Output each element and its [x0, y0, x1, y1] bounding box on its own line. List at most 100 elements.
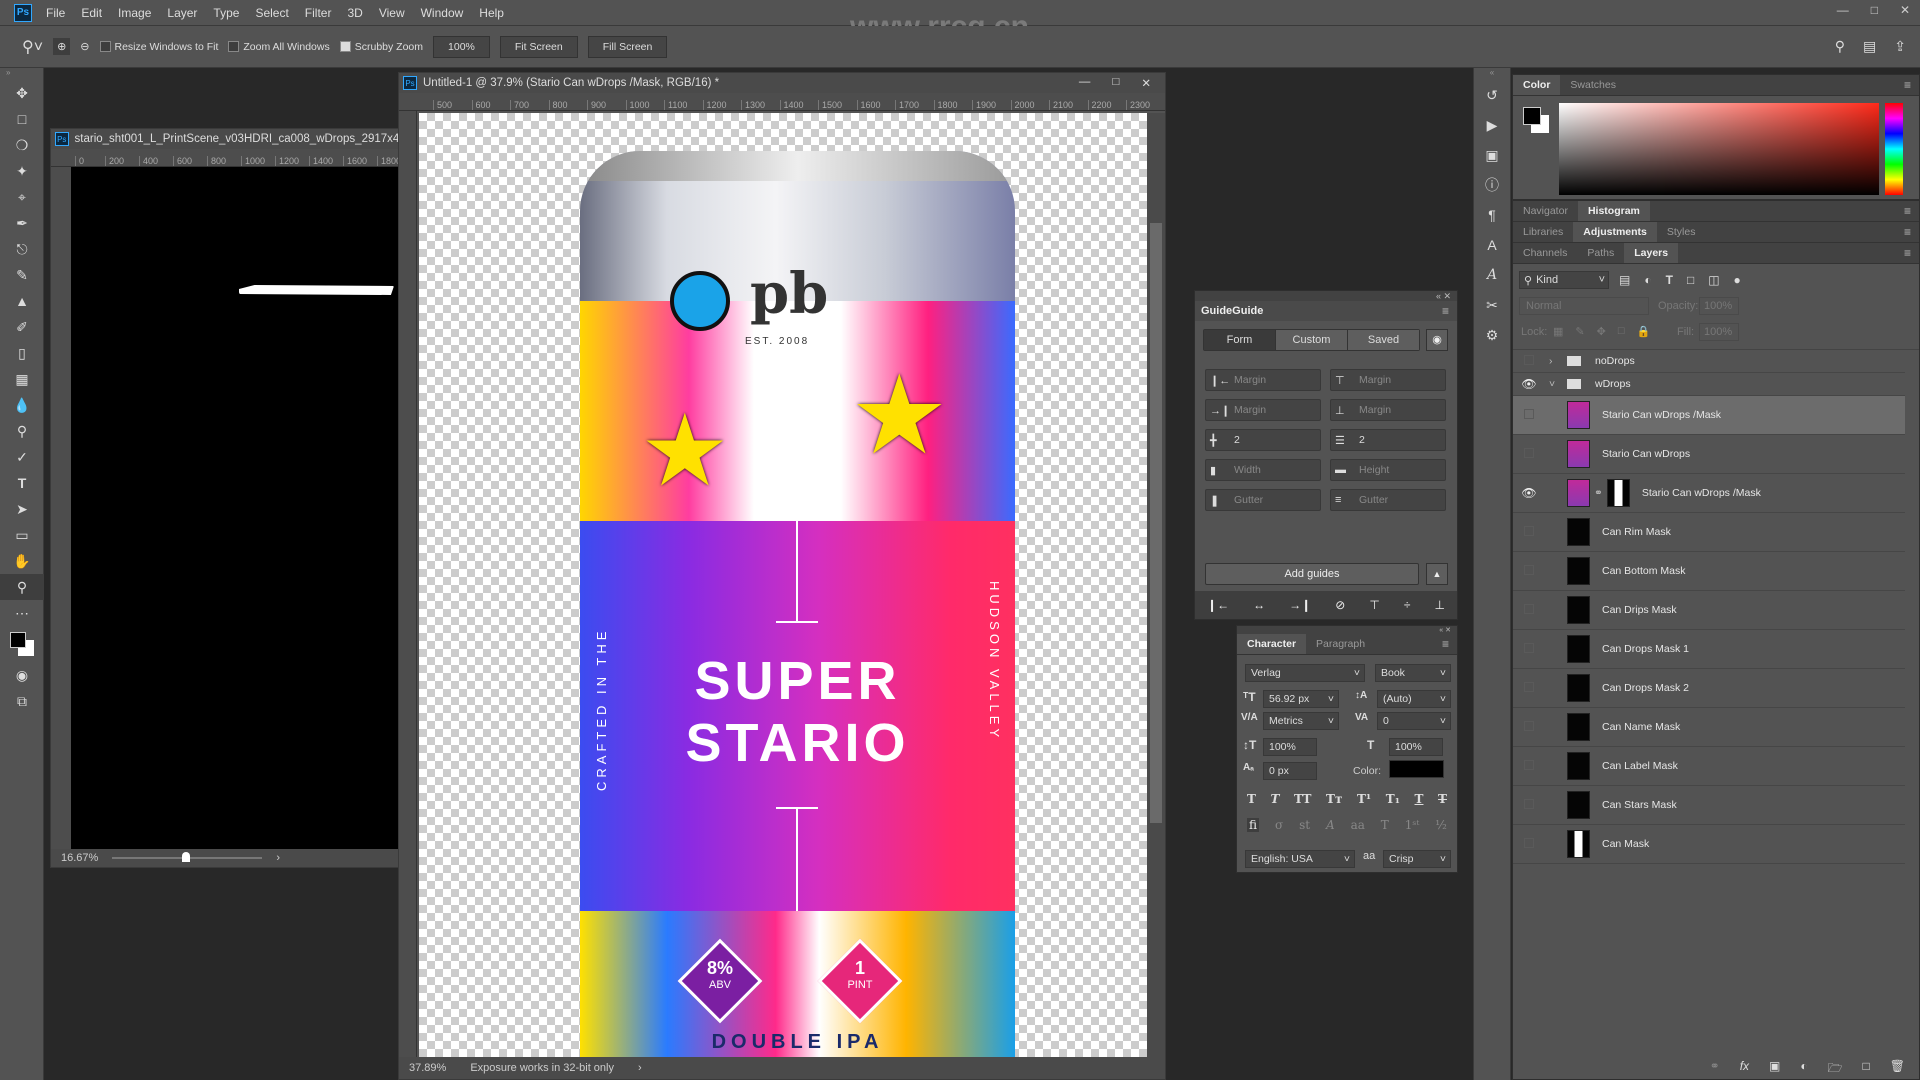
lock-artboard-icon[interactable]: □ — [1618, 325, 1625, 338]
font-size-field[interactable]: 56.92 px ˅ — [1263, 690, 1339, 708]
lasso-tool-icon[interactable]: ❍ — [0, 132, 44, 158]
tab-layers[interactable]: Layers — [1624, 243, 1679, 263]
hand-tool-icon[interactable]: ✋ — [0, 548, 44, 574]
paragraph-styles-icon[interactable]: ¶ — [1474, 200, 1510, 230]
superscript-icon[interactable]: T¹ — [1357, 792, 1371, 806]
tab-navigator[interactable]: Navigator — [1513, 201, 1578, 221]
history-brush-icon[interactable]: ✐ — [0, 314, 44, 340]
fill-field[interactable]: 100% — [1699, 323, 1739, 341]
tab-libraries[interactable]: Libraries — [1513, 222, 1573, 242]
panel-menu-icon[interactable]: ≡ — [1904, 201, 1919, 221]
menu-window[interactable]: Window — [421, 6, 464, 20]
columns-field[interactable]: ╋ 2 — [1205, 429, 1321, 451]
layer-row[interactable]: Can Drips Mask — [1513, 591, 1905, 630]
kerning-field[interactable]: Metrics ˅ — [1263, 712, 1339, 730]
margin-right-field[interactable]: →❙ Margin — [1205, 399, 1321, 421]
mask-link-icon[interactable]: ⚭ — [1594, 487, 1603, 499]
marquee-tool-icon[interactable]: □ — [0, 106, 44, 132]
layer-group-row[interactable]: › noDrops — [1513, 350, 1905, 373]
fill-screen-button[interactable]: Fill Screen — [587, 35, 668, 58]
add-guides-button[interactable]: Add guides — [1205, 563, 1419, 585]
menu-edit[interactable]: Edit — [81, 6, 102, 20]
horizontal-scale-field[interactable]: 100% — [1389, 738, 1443, 756]
expand-up-icon[interactable]: ▲ — [1426, 563, 1448, 585]
eye-toggle-icon[interactable]: ◉ — [1426, 329, 1448, 351]
type-tool-icon[interactable]: T — [0, 470, 44, 496]
color-swatches[interactable] — [0, 626, 43, 662]
menu-type[interactable]: Type — [213, 6, 239, 20]
doc-close-button[interactable]: ✕ — [1141, 76, 1151, 90]
column-gutter-field[interactable]: ❚ Gutter — [1205, 489, 1321, 511]
tab-channels[interactable]: Channels — [1513, 243, 1577, 263]
menu-layer[interactable]: Layer — [167, 6, 197, 20]
zoom-all-checkbox[interactable]: Zoom All Windows — [228, 41, 330, 53]
fx-icon[interactable]: fx — [1740, 1059, 1749, 1079]
layer-row[interactable]: Can Name Mask — [1513, 708, 1905, 747]
layer-row[interactable]: Can Bottom Mask — [1513, 552, 1905, 591]
panel-menu-icon[interactable]: ≡ — [1442, 304, 1457, 318]
titling-icon[interactable]: T — [1381, 818, 1389, 832]
ordinals-icon[interactable]: 1ˢᵗ — [1405, 818, 1420, 832]
layer-row[interactable]: Can Drops Mask 2 — [1513, 669, 1905, 708]
zoom-level[interactable]: 37.89% — [409, 1062, 446, 1074]
leading-field[interactable]: (Auto) ˅ — [1377, 690, 1451, 708]
quick-mask-icon[interactable]: ◉ — [0, 662, 44, 688]
visibility-toggle[interactable] — [1513, 720, 1545, 734]
tab-paths[interactable]: Paths — [1577, 243, 1624, 263]
underline-icon[interactable]: T — [1415, 792, 1424, 806]
guide-bottom-icon[interactable]: ⊥ — [1434, 598, 1444, 612]
more-tools-icon[interactable]: ⋯ — [0, 600, 44, 626]
move-tool-icon[interactable]: ✥ — [0, 80, 44, 106]
filter-toggle-icon[interactable]: ● — [1734, 273, 1741, 287]
panel-collapse-icon[interactable]: « ✕ — [1195, 291, 1457, 301]
visibility-toggle[interactable] — [1513, 408, 1545, 422]
panel-menu-icon[interactable]: ≡ — [1442, 634, 1457, 654]
tools-preset-icon[interactable]: ✂ — [1474, 290, 1510, 320]
layer-row[interactable]: Can Drops Mask 1 — [1513, 630, 1905, 669]
resize-windows-checkbox[interactable]: Resize Windows to Fit — [99, 41, 218, 53]
tab-histogram[interactable]: Histogram — [1577, 201, 1650, 221]
link-layers-icon[interactable]: ⚭ — [1710, 1059, 1720, 1079]
vertical-scrollbar[interactable] — [1147, 113, 1165, 1057]
document-tab[interactable]: Ps stario_sht001_L_PrintScene_v03HDRI_ca0… — [51, 129, 399, 149]
swash-icon[interactable]: A — [1326, 818, 1335, 832]
delete-layer-icon[interactable]: 🗑 — [1890, 1059, 1905, 1079]
lock-all-icon[interactable]: 🔒 — [1637, 325, 1651, 338]
zoom-out-icon[interactable]: ⊖ — [80, 40, 89, 53]
new-layer-icon[interactable]: □ — [1863, 1059, 1870, 1079]
stamp-tool-icon[interactable]: ▲ — [0, 288, 44, 314]
rows-field[interactable]: ☰ 2 — [1330, 429, 1446, 451]
visibility-toggle[interactable] — [1513, 354, 1545, 368]
layer-group-row[interactable]: 👁 ˅ wDrops — [1513, 373, 1905, 396]
crop-tool-icon[interactable]: ⌖ — [0, 184, 44, 210]
shape-tool-icon[interactable]: ▭ — [0, 522, 44, 548]
faux-bold-icon[interactable]: T — [1247, 792, 1256, 806]
fit-screen-button[interactable]: Fit Screen — [499, 35, 578, 58]
lock-position-icon[interactable]: ✥ — [1597, 325, 1606, 338]
mask-thumbnail[interactable] — [1606, 479, 1630, 507]
add-mask-icon[interactable]: ▣ — [1769, 1059, 1780, 1079]
layer-row[interactable]: Can Stars Mask — [1513, 786, 1905, 825]
margin-top-field[interactable]: ⊤ Margin — [1330, 369, 1446, 391]
status-info[interactable]: Exposure works in 32-bit only — [470, 1062, 614, 1074]
actions-play-icon[interactable]: ▶ — [1474, 110, 1510, 140]
antialias-select[interactable]: Crisp ˅ — [1383, 850, 1451, 868]
strikethrough-icon[interactable]: T — [1438, 792, 1447, 806]
visibility-toggle[interactable] — [1513, 642, 1545, 656]
ligatures-icon[interactable]: fi — [1247, 818, 1260, 832]
brush-tool-icon[interactable]: ✎ — [0, 262, 44, 288]
tracking-field[interactable]: 0 ˅ — [1377, 712, 1451, 730]
eyedropper-icon[interactable]: ✒ — [0, 210, 44, 236]
visibility-toggle[interactable] — [1513, 603, 1545, 617]
tab-color[interactable]: Color — [1513, 75, 1561, 95]
font-style-select[interactable]: Book ˅ — [1375, 664, 1451, 682]
new-group-icon[interactable]: 🗁 — [1828, 1059, 1843, 1079]
guide-left-icon[interactable]: ❙← — [1207, 598, 1229, 612]
dodge-tool-icon[interactable]: ⚲ — [0, 418, 44, 444]
status-arrow-icon[interactable]: › — [276, 852, 280, 864]
visibility-toggle[interactable] — [1513, 564, 1545, 578]
tab-swatches[interactable]: Swatches — [1560, 75, 1626, 95]
visibility-toggle[interactable] — [1513, 837, 1545, 851]
menu-3d[interactable]: 3D — [347, 6, 362, 20]
panel-collapse-icon[interactable]: « ✕ — [1237, 626, 1457, 634]
